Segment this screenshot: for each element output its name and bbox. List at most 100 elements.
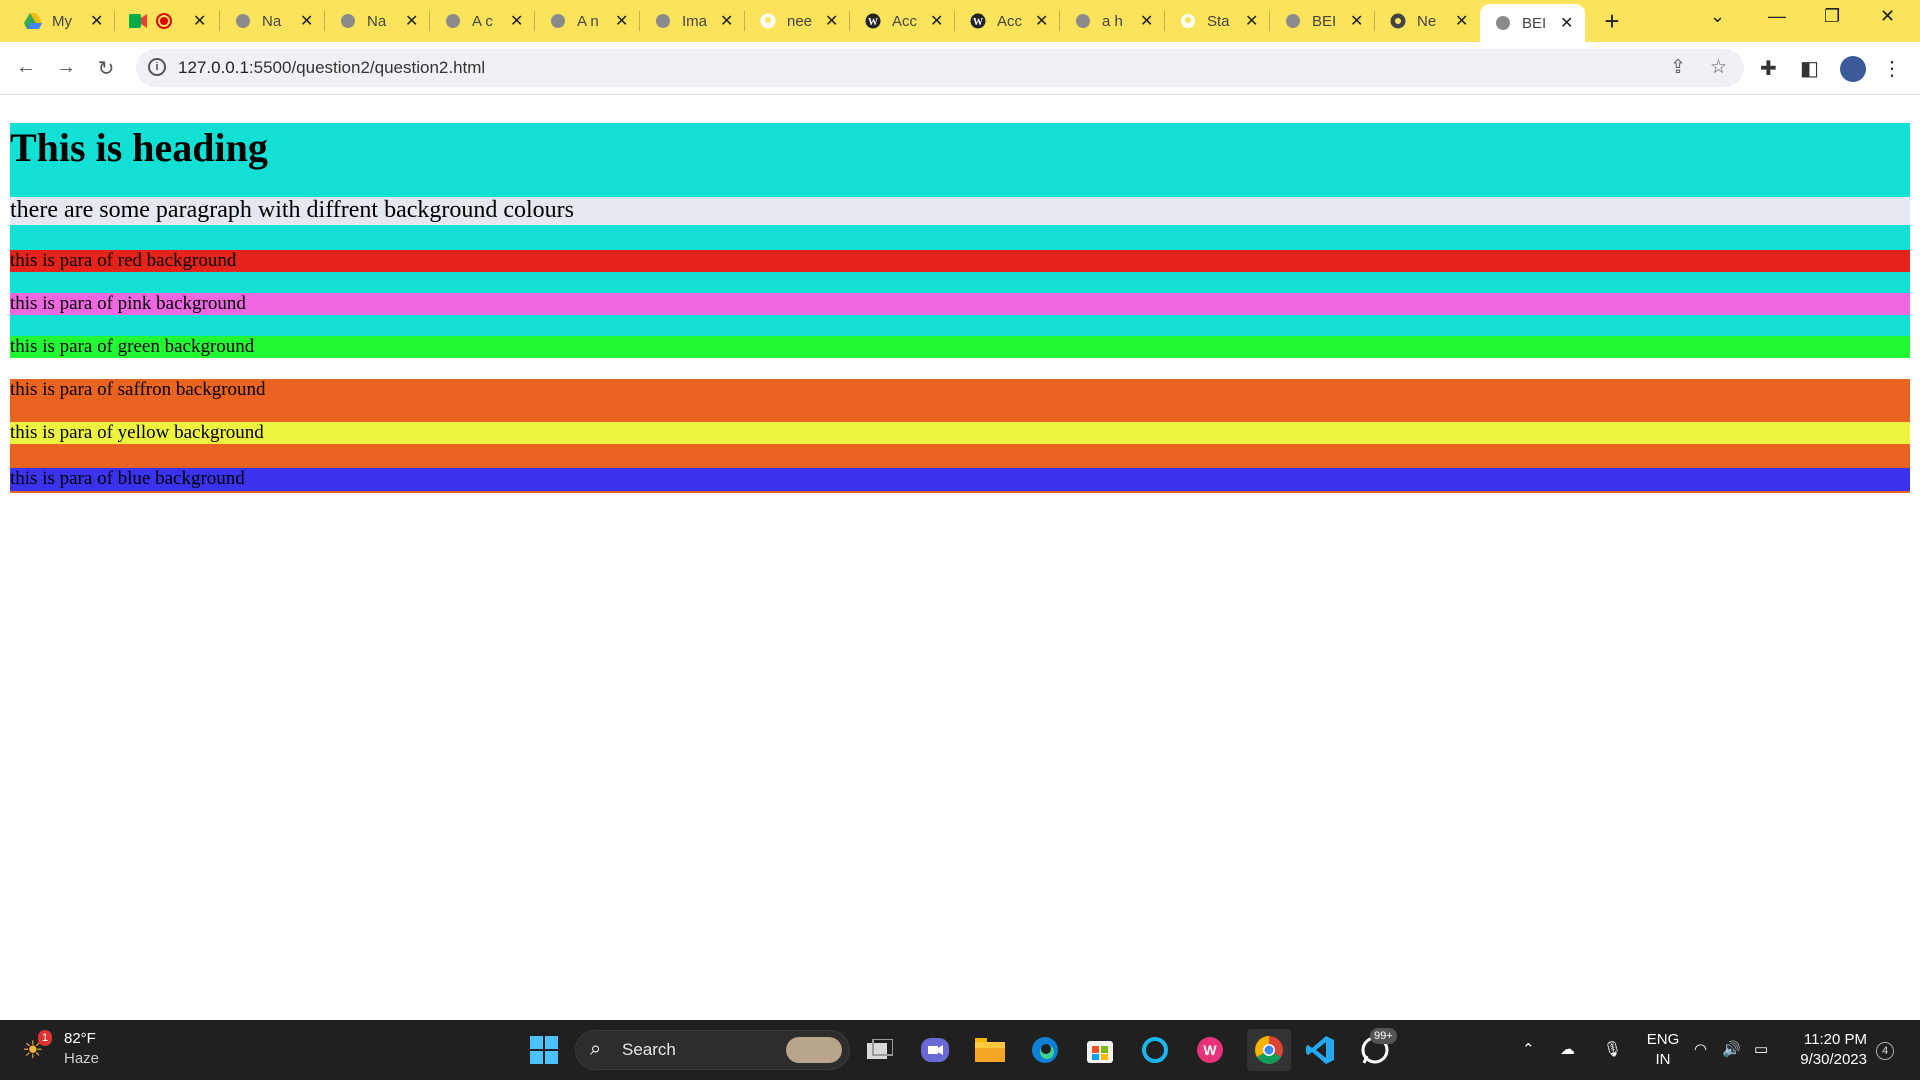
close-icon[interactable]: ✕ [90,11,103,31]
tab-12[interactable]: Sta ✕ [1165,0,1270,42]
weather-desc: Haze [64,1050,100,1067]
close-icon[interactable]: ✕ [1455,11,1468,31]
tab-title: Sta [1207,12,1230,30]
side-panel-icon[interactable]: ◧ [1800,56,1819,81]
restore-icon[interactable]: ❐ [1824,6,1840,27]
onedrive-icon[interactable]: ☁ [1560,1040,1575,1058]
para-saffron: this is para of saffron background [10,379,1910,401]
store-icon[interactable] [1082,1032,1118,1068]
tab-active[interactable]: BEI ✕ [1480,4,1585,42]
clock-time: 11:20 PM [1803,1031,1867,1048]
close-icon[interactable]: ✕ [720,11,733,31]
url-text[interactable]: 127.0.0.1:5500/question2/question2.html [178,58,485,78]
para-yellow: this is para of yellow background [10,422,1910,444]
battery-icon[interactable]: ▭ [1754,1040,1768,1058]
close-icon[interactable]: ✕ [825,11,838,31]
vscode-icon[interactable] [1302,1032,1338,1068]
close-icon[interactable]: ✕ [300,11,313,31]
drive-icon [24,12,42,30]
clock[interactable]: 11:20 PM 9/30/2023 [1797,1030,1867,1070]
tab-title: Acc [892,12,918,30]
para-blue: this is para of blue background [10,468,1910,491]
edge-icon[interactable] [1027,1032,1063,1068]
language-indicator[interactable]: ENG IN [1645,1030,1681,1070]
tab-title: BEI [1312,12,1337,30]
close-icon[interactable]: ✕ [510,11,523,31]
task-view-icon[interactable] [862,1032,898,1068]
svg-text:W: W [973,17,983,28]
close-icon[interactable]: ✕ [1560,13,1573,33]
close-icon[interactable]: ✕ [1140,11,1153,31]
address-bar[interactable]: i 127.0.0.1:5500/question2/question2.htm… [136,49,1744,87]
reload-icon[interactable]: ↻ [92,56,120,81]
teams-chat-icon[interactable] [917,1032,953,1068]
github-icon [1179,12,1197,30]
close-icon[interactable]: ✕ [1350,11,1363,31]
chrome-taskbar-icon[interactable] [1247,1029,1291,1071]
profile-avatar[interactable] [1840,56,1866,82]
svg-text:W: W [868,17,878,28]
tab-9[interactable]: W Acc ✕ [850,0,955,42]
volume-icon[interactable]: 🔊 [1722,1040,1741,1058]
site-info-icon[interactable]: i [148,58,166,76]
microphone-icon[interactable]: 🎙 [1603,1040,1622,1058]
start-icon[interactable] [526,1032,562,1068]
close-window-icon[interactable]: ✕ [1880,6,1895,27]
file-explorer-icon[interactable] [972,1032,1008,1068]
close-icon[interactable]: ✕ [193,11,206,31]
para-green: this is para of green background [10,336,1910,358]
tab-title: a h [1102,12,1123,30]
close-icon[interactable]: ✕ [1245,11,1258,31]
browser-toolbar: ← → ↻ i 127.0.0.1:5500/question2/questio… [0,42,1920,95]
forward-icon[interactable]: → [52,56,80,79]
tab-6[interactable]: A n ✕ [535,0,640,42]
bookmark-star-icon[interactable]: ☆ [1710,56,1727,79]
taskbar: ☀ 1 82°F Haze ⌕ Search W 99+ ⌃ ☁ 🎙 ENG I… [0,1020,1920,1080]
office-icon[interactable]: W [1192,1032,1228,1068]
new-tab-button[interactable]: + [1600,8,1624,34]
meet-icon [129,12,147,30]
tab-11[interactable]: a h ✕ [1060,0,1165,42]
globe-icon [234,12,252,30]
whatsapp-badge: 99+ [1370,1028,1397,1044]
notification-count[interactable]: 4 [1876,1042,1894,1060]
close-icon[interactable]: ✕ [405,11,418,31]
tab-5[interactable]: A c ✕ [430,0,535,42]
tab-1[interactable]: My ✕ [10,0,115,42]
svg-text:W: W [1203,1042,1217,1058]
para-red: this is para of red background [10,250,1910,272]
globe-icon [339,12,357,30]
tab-8[interactable]: nee ✕ [745,0,850,42]
taskbar-search[interactable]: ⌕ Search [575,1030,850,1070]
globe-icon [654,12,672,30]
minimize-icon[interactable]: — [1768,6,1786,27]
tab-title: Ima [682,12,708,30]
tab-search-icon[interactable]: ⌄ [1710,6,1725,27]
cyan-section [10,225,1910,346]
tab-title: Acc [997,12,1023,30]
tray-overflow-icon[interactable]: ⌃ [1522,1040,1535,1058]
close-icon[interactable]: ✕ [615,11,628,31]
url-host: 127.0.0.1 [178,58,249,77]
cortana-icon[interactable] [1137,1032,1173,1068]
wifi-icon[interactable]: ◠ [1694,1040,1707,1058]
weather-badge: 1 [38,1030,53,1046]
wordpress-icon: W [864,12,882,30]
tab-3[interactable]: Na ✕ [220,0,325,42]
share-icon[interactable]: ⇪ [1670,56,1686,79]
search-highlight-image [786,1037,842,1063]
menu-kebab-icon[interactable]: ⋮ [1882,56,1902,81]
globe-icon [1074,12,1092,30]
wordpress-icon: W [969,12,987,30]
clock-date: 9/30/2023 [1800,1051,1867,1068]
back-icon[interactable]: ← [12,56,40,79]
tab-13[interactable]: BEI ✕ [1270,0,1375,42]
close-icon[interactable]: ✕ [930,11,943,31]
tab-4[interactable]: Na ✕ [325,0,430,42]
close-icon[interactable]: ✕ [1035,11,1048,31]
tab-10[interactable]: W Acc ✕ [955,0,1060,42]
tab-2[interactable]: ✕ [115,0,220,42]
tab-7[interactable]: Ima ✕ [640,0,745,42]
tab-14[interactable]: Ne ✕ [1375,0,1480,42]
extensions-icon[interactable]: ✚ [1760,56,1777,81]
